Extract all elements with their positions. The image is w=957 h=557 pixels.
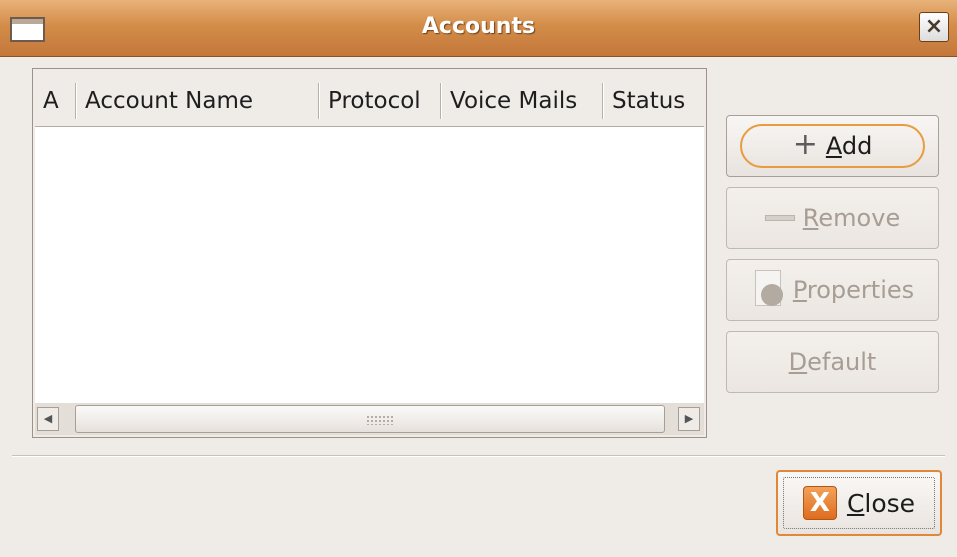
column-header-a[interactable]: A <box>35 71 75 126</box>
column-header-voice-mails[interactable]: Voice Mails <box>442 71 602 126</box>
add-button-label: Add <box>825 132 873 160</box>
column-header-protocol[interactable]: Protocol <box>320 71 440 126</box>
scrollbar-thumb[interactable] <box>75 405 665 433</box>
close-button[interactable]: X Close <box>776 470 942 536</box>
column-header-account-name[interactable]: Account Name <box>77 71 317 126</box>
properties-icon <box>751 270 785 310</box>
scroll-left-arrow-icon[interactable]: ◀ <box>37 407 59 431</box>
window-title: Accounts <box>421 14 536 39</box>
window-close-button[interactable]: × <box>919 12 949 42</box>
scroll-right-arrow-icon[interactable]: ▶ <box>678 407 700 431</box>
separator <box>12 455 945 457</box>
list-body[interactable] <box>35 127 704 403</box>
grip-icon <box>366 415 394 425</box>
properties-button[interactable]: Properties <box>726 259 939 321</box>
close-x-icon: X <box>802 486 837 520</box>
remove-button[interactable]: Remove <box>726 187 939 249</box>
minus-icon <box>764 215 795 221</box>
properties-button-label: Properties <box>792 276 915 304</box>
default-button-label: Default <box>788 348 877 376</box>
list-header: A Account Name Protocol Voice Mails Stat… <box>35 71 704 127</box>
title-bar[interactable]: Accounts × <box>0 0 957 57</box>
remove-button-label: Remove <box>802 204 901 232</box>
close-button-label: Close <box>846 488 916 518</box>
plus-icon: + <box>792 127 818 162</box>
accounts-list[interactable]: A Account Name Protocol Voice Mails Stat… <box>32 68 707 438</box>
add-button[interactable]: + Add <box>726 115 939 177</box>
column-header-status[interactable]: Status <box>604 71 704 126</box>
horizontal-scrollbar[interactable]: ◀ ▶ <box>35 403 704 435</box>
default-button[interactable]: Default <box>726 331 939 393</box>
